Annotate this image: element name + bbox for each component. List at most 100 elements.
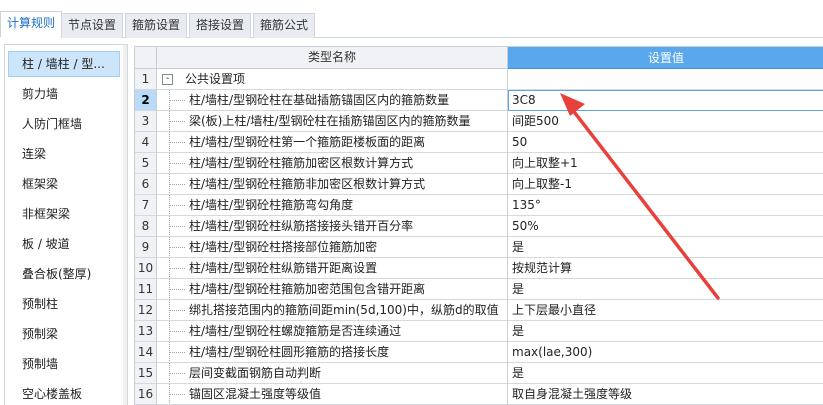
row-number: 13: [135, 321, 157, 342]
collapse-toggle-icon[interactable]: -: [162, 74, 173, 85]
table-row[interactable]: 15 层间变截面钢筋自动判断 是: [135, 363, 823, 384]
table-row[interactable]: 9 柱/墙柱/型钢砼柱搭接部位箍筋加密 是: [135, 237, 823, 258]
setting-value-cell[interactable]: 是: [508, 279, 823, 300]
type-name-cell: 柱/墙柱/型钢砼柱螺旋箍筋是否连续通过: [157, 321, 508, 342]
tab-bar: 计算规则 节点设置 箍筋设置 搭接设置 箍筋公式: [0, 0, 823, 39]
type-name-text: 层间变截面钢筋自动判断: [189, 366, 322, 380]
sidebar-item-precast-wall[interactable]: 预制墙: [8, 351, 120, 377]
type-name-text: 绑扎搭接范围内的箍筋间距min(5d,100)中，纵筋d的取值: [189, 303, 499, 317]
settings-grid: 类型名称 设置值 1 - 公共设置项 2 柱/墙柱/型钢砼柱在基础插筋锚固区内的…: [134, 46, 823, 405]
type-name-cell: 柱/墙柱/型钢砼柱箍筋加密范围包含错开距离: [157, 279, 508, 300]
row-number: 3: [135, 111, 157, 132]
sidebar-item-slab-ramp[interactable]: 板 / 坡道: [8, 231, 120, 257]
type-name-text: 柱/墙柱/型钢砼柱箍筋弯勾角度: [189, 198, 354, 212]
sidebar-item-column[interactable]: 柱 / 墙柱 / 型...: [8, 51, 120, 77]
tab-bar-divider: [0, 37, 823, 38]
type-name-cell: - 公共设置项: [157, 69, 508, 90]
table-row[interactable]: 13 柱/墙柱/型钢砼柱螺旋箍筋是否连续通过 是: [135, 321, 823, 342]
row-number: 7: [135, 195, 157, 216]
type-name-text: 柱/墙柱/型钢砼柱箍筋加密区根数计算方式: [189, 156, 414, 170]
setting-value-cell[interactable]: 50: [508, 132, 823, 153]
tab-stirrup-settings[interactable]: 箍筋设置: [125, 13, 188, 38]
table-row[interactable]: 11 柱/墙柱/型钢砼柱箍筋加密范围包含错开距离 是: [135, 279, 823, 300]
type-name-text: 柱/墙柱/型钢砼柱箍筋加密范围包含错开距离: [189, 282, 426, 296]
row-number: 10: [135, 258, 157, 279]
setting-value-cell[interactable]: 向上取整+1: [508, 153, 823, 174]
setting-value-cell[interactable]: [508, 69, 823, 90]
setting-value-cell[interactable]: 取自身混凝土强度等级: [508, 384, 823, 405]
type-name-cell: 柱/墙柱/型钢砼柱箍筋加密区根数计算方式: [157, 153, 508, 174]
setting-value-cell[interactable]: 按规范计算: [508, 258, 823, 279]
table-row[interactable]: 6 柱/墙柱/型钢砼柱箍筋非加密区根数计算方式 向上取整-1: [135, 174, 823, 195]
type-name-cell: 柱/墙柱/型钢砼柱第一个箍筋距楼板面的距离: [157, 132, 508, 153]
tab-node-settings[interactable]: 节点设置: [61, 13, 124, 38]
table-row[interactable]: 2 柱/墙柱/型钢砼柱在基础插筋锚固区内的箍筋数量 3C8: [135, 90, 823, 111]
setting-value-cell[interactable]: 间距500: [508, 111, 823, 132]
row-number: 8: [135, 216, 157, 237]
setting-value-cell[interactable]: max(lae,300): [508, 342, 823, 363]
setting-value-cell[interactable]: 3C8: [508, 90, 823, 111]
table-row[interactable]: 4 柱/墙柱/型钢砼柱第一个箍筋距楼板面的距离 50: [135, 132, 823, 153]
type-name-text: 锚固区混凝土强度等级值: [189, 387, 322, 401]
setting-value-cell[interactable]: 是: [508, 321, 823, 342]
row-number: 11: [135, 279, 157, 300]
tab-stirrup-formula[interactable]: 箍筋公式: [253, 13, 316, 38]
table-row[interactable]: 12 绑扎搭接范围内的箍筋间距min(5d,100)中，纵筋d的取值 上下层最小…: [135, 300, 823, 321]
table-row[interactable]: 16 锚固区混凝土强度等级值 取自身混凝土强度等级: [135, 384, 823, 405]
type-name-cell: 柱/墙柱/型钢砼柱箍筋弯勾角度: [157, 195, 508, 216]
type-name-cell: 柱/墙柱/型钢砼柱在基础插筋锚固区内的箍筋数量: [157, 90, 508, 111]
table-row[interactable]: 5 柱/墙柱/型钢砼柱箍筋加密区根数计算方式 向上取整+1: [135, 153, 823, 174]
setting-value-cell[interactable]: 是: [508, 363, 823, 384]
table-row[interactable]: 8 柱/墙柱/型钢砼柱纵筋搭接接头错开百分率 50%: [135, 216, 823, 237]
row-number: 1: [135, 69, 157, 90]
row-number: 9: [135, 237, 157, 258]
tab-calc-rules[interactable]: 计算规则: [0, 11, 63, 39]
setting-value-cell[interactable]: 135°: [508, 195, 823, 216]
row-number: 12: [135, 300, 157, 321]
type-name-text: 柱/墙柱/型钢砼柱纵筋搭接接头错开百分率: [189, 219, 414, 233]
type-name-cell: 锚固区混凝土强度等级值: [157, 384, 508, 405]
sidebar-item-hollow-floor-slab[interactable]: 空心楼盖板: [8, 381, 120, 405]
column-header-setting-value[interactable]: 设置值: [508, 47, 823, 69]
setting-value-cell[interactable]: 上下层最小直径: [508, 300, 823, 321]
setting-value-cell[interactable]: 向上取整-1: [508, 174, 823, 195]
sidebar-item-precast-column[interactable]: 预制柱: [8, 291, 120, 317]
type-name-cell: 柱/墙柱/型钢砼柱圆形箍筋的搭接长度: [157, 342, 508, 363]
sidebar-item-shear-wall[interactable]: 剪力墙: [8, 81, 120, 107]
type-name-cell: 绑扎搭接范围内的箍筋间距min(5d,100)中，纵筋d的取值: [157, 300, 508, 321]
table-row[interactable]: 3 梁(板)上柱/墙柱/型钢砼柱在插筋锚固区内的箍筋数量 间距500: [135, 111, 823, 132]
tab-lap-settings[interactable]: 搭接设置: [189, 13, 252, 38]
type-name-cell: 柱/墙柱/型钢砼柱纵筋错开距离设置: [157, 258, 508, 279]
table-row[interactable]: 1 - 公共设置项: [135, 69, 823, 90]
type-name-cell: 柱/墙柱/型钢砼柱箍筋非加密区根数计算方式: [157, 174, 508, 195]
sidebar-item-precast-beam[interactable]: 预制梁: [8, 321, 120, 347]
settings-window: 计算规则 节点设置 箍筋设置 搭接设置 箍筋公式 柱 / 墙柱 / 型... 剪…: [0, 0, 823, 405]
type-name-cell: 柱/墙柱/型钢砼柱搭接部位箍筋加密: [157, 237, 508, 258]
type-name-text: 柱/墙柱/型钢砼柱搭接部位箍筋加密: [189, 240, 378, 254]
component-type-list: 柱 / 墙柱 / 型... 剪力墙 人防门框墙 连梁 框架梁 非框架梁 板 / …: [4, 44, 128, 405]
table-row[interactable]: 14 柱/墙柱/型钢砼柱圆形箍筋的搭接长度 max(lae,300): [135, 342, 823, 363]
table-row[interactable]: 10 柱/墙柱/型钢砼柱纵筋错开距离设置 按规范计算: [135, 258, 823, 279]
column-header-type-name[interactable]: 类型名称: [157, 47, 508, 69]
type-name-text: 梁(板)上柱/墙柱/型钢砼柱在插筋锚固区内的箍筋数量: [189, 114, 471, 128]
table-row[interactable]: 7 柱/墙柱/型钢砼柱箍筋弯勾角度 135°: [135, 195, 823, 216]
sidebar-item-coupling-beam[interactable]: 连梁: [8, 141, 120, 167]
sidebar-item-non-frame-beam[interactable]: 非框架梁: [8, 201, 120, 227]
row-number: 14: [135, 342, 157, 363]
row-number-header: [135, 47, 157, 69]
type-name-text: 柱/墙柱/型钢砼柱第一个箍筋距楼板面的距离: [189, 135, 426, 149]
row-number: 16: [135, 384, 157, 405]
row-number: 6: [135, 174, 157, 195]
type-name-cell: 层间变截面钢筋自动判断: [157, 363, 508, 384]
setting-value-cell[interactable]: 50%: [508, 216, 823, 237]
type-name-text: 柱/墙柱/型钢砼柱纵筋错开距离设置: [189, 261, 378, 275]
sidebar-item-composite-slab[interactable]: 叠合板(整厚): [8, 261, 120, 287]
row-number: 2: [135, 90, 157, 111]
group-label: 公共设置项: [185, 72, 246, 86]
sidebar-item-frame-beam[interactable]: 框架梁: [8, 171, 120, 197]
type-name-text: 柱/墙柱/型钢砼柱圆形箍筋的搭接长度: [189, 345, 390, 359]
setting-value-cell[interactable]: 是: [508, 237, 823, 258]
sidebar-item-civil-defense-door-wall[interactable]: 人防门框墙: [8, 111, 120, 137]
row-number: 15: [135, 363, 157, 384]
sidebar-scrollbar[interactable]: [123, 45, 127, 405]
